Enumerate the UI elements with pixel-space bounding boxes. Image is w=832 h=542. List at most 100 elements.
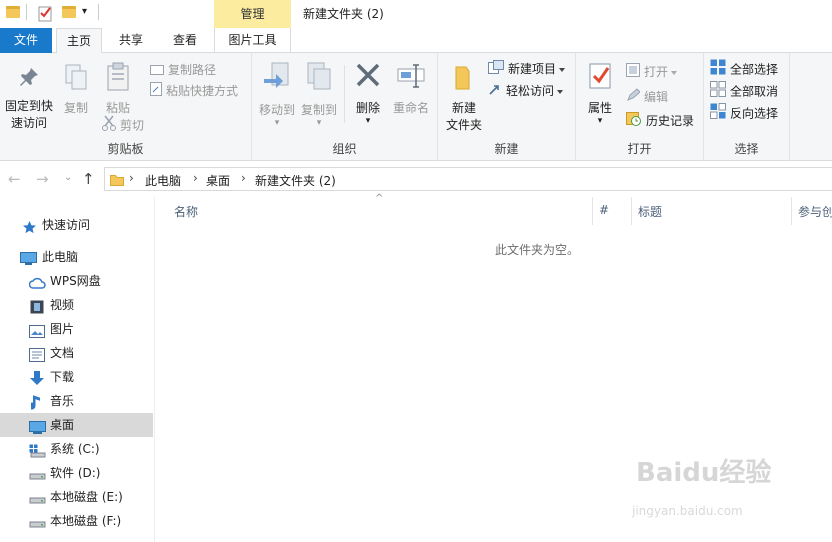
nav-drive-f[interactable]: 本地磁盘 (F:): [0, 509, 153, 533]
forward-arrow-icon[interactable]: →: [36, 170, 49, 188]
sort-ascending-icon: ^: [375, 193, 384, 204]
file-list[interactable]: ^ 名称 # 标题 参与创 此文件夹为空。: [156, 193, 832, 542]
film-icon: [30, 298, 45, 314]
context-tab-manage[interactable]: 管理: [214, 0, 291, 28]
history-label: 历史记录: [646, 114, 695, 128]
group-organize: 移动到 ▾ 复制到 ▾ 删除 ▾ 重命名 组织: [252, 53, 438, 161]
nav-pictures[interactable]: 图片: [0, 317, 153, 341]
properties-label: 属性: [587, 101, 612, 115]
tab-home[interactable]: 主页: [56, 28, 102, 54]
cut-button[interactable]: 剪切: [102, 115, 144, 135]
customize-quick-access-icon[interactable]: ▾: [82, 6, 87, 17]
delete-caret: ▾: [365, 116, 371, 126]
column-header-name[interactable]: 名称: [174, 203, 198, 220]
select-none-icon: [710, 81, 726, 103]
nav-documents[interactable]: 文档: [0, 341, 153, 365]
navigation-pane: 快速访问 此电脑 WPS网盘 视频 图片 文档 下载 音乐 桌面 系统 (C:)…: [0, 197, 155, 542]
copy-button[interactable]: 复制: [60, 63, 92, 117]
properties-quick-icon[interactable]: [38, 4, 54, 25]
system-drive-icon: [29, 442, 46, 458]
address-box[interactable]: › 此电脑 › 桌面 › 新建文件夹 (2): [104, 167, 832, 191]
invert-selection-button[interactable]: 反向选择: [710, 103, 778, 123]
column-divider[interactable]: [631, 197, 632, 225]
new-folder-button[interactable]: 新建 文件夹: [444, 63, 484, 134]
select-all-label: 全部选择: [730, 62, 779, 77]
scissors-icon: [102, 115, 116, 137]
move-to-button[interactable]: 移动到 ▾: [258, 61, 296, 128]
nav-label: 系统 (C:): [50, 442, 100, 456]
nav-this-pc[interactable]: 此电脑: [0, 245, 153, 269]
group-label-organize: 组织: [332, 142, 357, 156]
pin-icon: [2, 65, 56, 94]
window-title: 新建文件夹 (2): [303, 7, 384, 21]
nav-label: 桌面: [50, 418, 75, 432]
copy-icon: [60, 63, 92, 96]
paste-button[interactable]: 粘贴: [100, 61, 136, 117]
paste-shortcut-icon: [150, 81, 162, 102]
column-divider[interactable]: [791, 197, 792, 225]
copy-path-button[interactable]: 复制路径: [150, 60, 216, 80]
nav-drive-e[interactable]: 本地磁盘 (E:): [0, 485, 153, 509]
copy-to-label: 复制到: [300, 103, 337, 117]
back-arrow-icon[interactable]: ←: [8, 170, 21, 188]
pin-label-line2: 速访问: [10, 116, 47, 130]
breadcrumb-separator[interactable]: ›: [129, 171, 134, 185]
group-label-clipboard: 剪贴板: [107, 142, 144, 156]
tab-view[interactable]: 查看: [162, 28, 208, 53]
edit-button[interactable]: 编辑: [626, 87, 668, 107]
nav-quick-access[interactable]: 快速访问: [0, 213, 153, 237]
delete-button[interactable]: 删除 ▾: [350, 61, 386, 126]
open-button[interactable]: 打开: [626, 62, 678, 82]
nav-music[interactable]: 音乐: [0, 389, 153, 413]
cloud-icon: [28, 274, 46, 289]
breadcrumb-this-pc[interactable]: 此电脑: [145, 172, 181, 189]
tab-picture-tools[interactable]: 图片工具: [214, 28, 291, 53]
nav-wps-drive[interactable]: WPS网盘: [0, 269, 153, 293]
tab-file[interactable]: 文件: [0, 28, 52, 53]
breadcrumb-desktop[interactable]: 桌面: [206, 172, 230, 189]
select-all-button[interactable]: 全部选择: [710, 59, 778, 79]
history-button[interactable]: 历史记录: [626, 111, 694, 131]
drive-icon: [29, 490, 46, 504]
title-bar: ▾ 管理 新建文件夹 (2): [0, 0, 832, 28]
nav-downloads[interactable]: 下载: [0, 365, 153, 389]
address-bar-row: ← → ⌄ ↑ › 此电脑 › 桌面 › 新建文件夹 (2): [0, 161, 832, 197]
breadcrumb-separator[interactable]: ›: [193, 171, 198, 185]
nav-drive-d[interactable]: 软件 (D:): [0, 461, 153, 485]
tab-share[interactable]: 共享: [108, 28, 154, 53]
easy-access-button[interactable]: 轻松访问: [488, 81, 564, 101]
new-folder-quick-icon[interactable]: [62, 6, 76, 18]
new-item-icon: [488, 59, 504, 80]
ribbon-tabs: 文件 主页 共享 查看 图片工具: [0, 28, 832, 54]
new-item-button[interactable]: 新建项目: [488, 59, 566, 80]
pin-label-line1: 固定到快: [4, 99, 53, 113]
ribbon: 固定到快 速访问 复制 粘贴 复制路径 粘贴快捷方式 剪切 剪贴板 移动到 ▾ …: [0, 53, 832, 161]
desktop-icon: [29, 418, 46, 434]
column-divider[interactable]: [592, 197, 593, 225]
column-header-title[interactable]: 标题: [638, 203, 662, 220]
folder-icon[interactable]: [6, 6, 20, 18]
pin-quick-access-button[interactable]: 固定到快 速访问: [2, 65, 56, 132]
watermark-url: jingyan.baidu.com: [632, 504, 743, 518]
select-none-button[interactable]: 全部取消: [710, 81, 778, 101]
breadcrumb-separator[interactable]: ›: [241, 171, 246, 185]
nav-label: 图片: [50, 322, 75, 336]
paste-shortcut-label: 粘贴快捷方式: [166, 84, 239, 98]
rename-button[interactable]: 重命名: [390, 61, 432, 117]
copy-label: 复制: [63, 101, 88, 115]
up-arrow-icon[interactable]: ↑: [82, 170, 95, 188]
nav-desktop[interactable]: 桌面: [0, 413, 153, 437]
recent-locations-icon[interactable]: ⌄: [64, 172, 72, 183]
copy-to-button[interactable]: 复制到 ▾: [300, 61, 338, 128]
nav-videos[interactable]: 视频: [0, 293, 153, 317]
breadcrumb-current-folder[interactable]: 新建文件夹 (2): [255, 172, 336, 189]
column-header-contributing-artists[interactable]: 参与创: [798, 203, 832, 220]
nav-label: 此电脑: [42, 250, 79, 264]
invert-selection-label: 反向选择: [730, 106, 779, 121]
properties-button[interactable]: 属性 ▾: [582, 61, 618, 126]
paste-shortcut-button[interactable]: 粘贴快捷方式: [150, 81, 238, 101]
easy-access-label: 轻松访问: [506, 84, 555, 98]
separator: [344, 65, 345, 123]
nav-drive-c[interactable]: 系统 (C:): [0, 437, 153, 461]
column-header-number[interactable]: #: [599, 203, 609, 217]
